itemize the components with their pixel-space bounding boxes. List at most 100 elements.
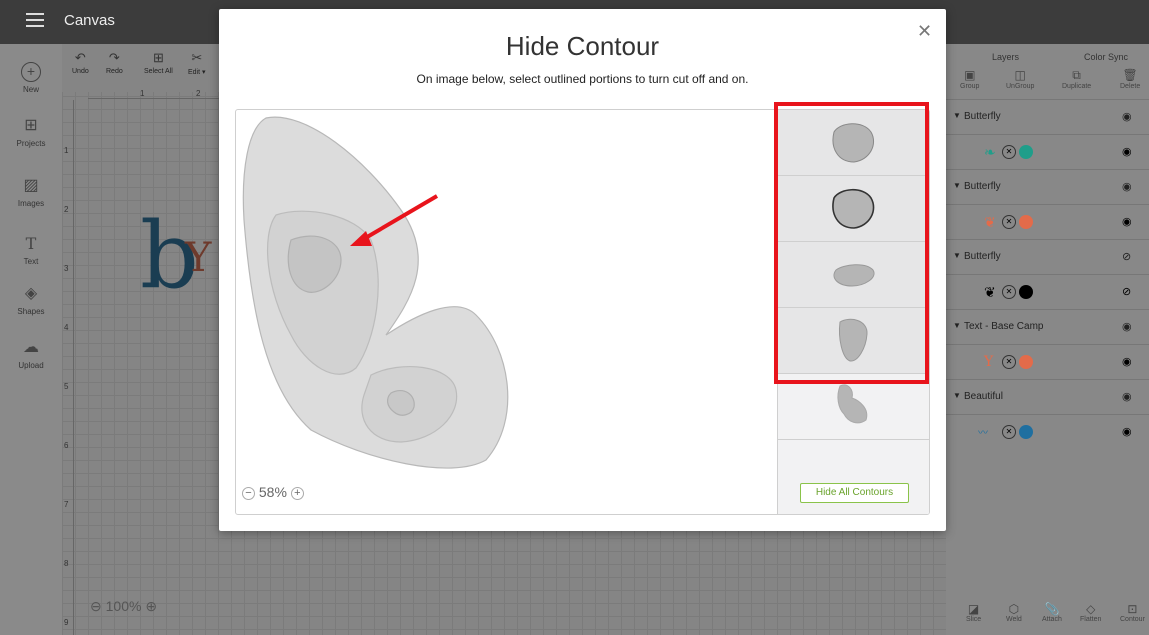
duplicate-button[interactable]: ⧉ Duplicate: [1062, 68, 1091, 90]
eye-icon[interactable]: ◉: [1122, 390, 1132, 403]
letter-y-icon: Y: [984, 354, 994, 370]
eye-icon[interactable]: ◉: [1122, 320, 1132, 333]
butterfly-wing-preview[interactable]: [236, 110, 777, 515]
ruler-tick: 3: [64, 264, 69, 273]
slice-icon: ◪: [967, 602, 980, 616]
duplicate-icon: ⧉: [1072, 68, 1081, 82]
ruler-tick: 1: [64, 146, 69, 155]
select-all-label: Select All: [144, 68, 173, 75]
delete-button[interactable]: 🗑 Delete: [1120, 68, 1140, 90]
tab-color-sync[interactable]: Color Sync: [1084, 52, 1128, 62]
eye-icon[interactable]: ◉: [1122, 145, 1132, 158]
text-icon: T: [25, 234, 37, 253]
caret-down-icon: ▼: [953, 181, 961, 190]
layer-group[interactable]: ▼ Butterfly ◉: [946, 99, 1149, 134]
ruler-top: 1 2: [88, 89, 222, 99]
eye-icon[interactable]: ◉: [1122, 215, 1132, 228]
canvas-zoom-value: 100%: [105, 598, 142, 614]
butterfly-icon: ❦: [984, 284, 996, 300]
eye-hidden-icon[interactable]: ⊘: [1122, 250, 1131, 263]
color-swatch[interactable]: [1019, 215, 1033, 229]
layer-row[interactable]: Y ✕ ◉: [946, 344, 1149, 379]
edit-label: Edit ▾: [188, 69, 206, 76]
menu-icon[interactable]: [26, 13, 44, 27]
slice-button[interactable]: ◪ Slice: [966, 602, 981, 623]
weld-label: Weld: [1006, 616, 1022, 623]
edit-button[interactable]: ✂ Edit ▾: [188, 50, 206, 76]
sidebar-item-label: Shapes: [17, 307, 45, 316]
layer-group[interactable]: ▼ Butterfly ⊘: [946, 239, 1149, 274]
weld-button[interactable]: ⬡ Weld: [1006, 602, 1022, 623]
layer-group[interactable]: ▼ Text - Base Camp ◉: [946, 309, 1149, 344]
sidebar-item-label: Images: [17, 199, 45, 208]
color-swatch[interactable]: [1019, 425, 1033, 439]
canvas-zoom-control[interactable]: ⊖ 100% ⊕: [90, 598, 157, 615]
contour-button[interactable]: ⊡ Contour: [1120, 602, 1145, 623]
redo-button[interactable]: ↷ Redo: [106, 50, 123, 75]
trash-icon: 🗑: [1122, 68, 1138, 82]
ruler-tick: 2: [196, 89, 201, 98]
image-icon: ▨: [23, 177, 39, 194]
cut-operation-icon: ✕: [1002, 355, 1016, 369]
upload-icon: ☁: [23, 339, 39, 356]
sidebar-item-label: New: [22, 85, 39, 94]
eye-icon[interactable]: ◉: [1122, 425, 1132, 438]
sidebar-item-shapes[interactable]: ◈ Shapes: [0, 284, 62, 316]
sidebar-item-label: Text: [23, 257, 39, 266]
sidebar-item-projects[interactable]: ⊞ Projects: [0, 116, 62, 148]
layer-group-name: Beautiful: [964, 391, 1003, 402]
cut-operation-icon: ✕: [1002, 425, 1016, 439]
ruler-tick: 1: [140, 89, 145, 98]
attach-label: Attach: [1042, 616, 1062, 623]
layer-row[interactable]: ❦ ✕ ◉: [946, 204, 1149, 239]
sidebar-item-images[interactable]: ▨ Images: [0, 176, 62, 208]
eye-icon[interactable]: ◉: [1122, 110, 1132, 123]
cut-operation-icon: ✕: [1002, 285, 1016, 299]
eye-hidden-icon[interactable]: ⊘: [1122, 285, 1131, 298]
canvas-toolbar: ↶ Undo ↷ Redo ⊞ Select All ✂ Edit ▾: [62, 44, 222, 92]
ruler-left: 1 2 3 4 5 6 7 8 9: [62, 100, 74, 635]
contour-label: Contour: [1120, 616, 1145, 623]
dialog-title: Hide Contour: [505, 31, 660, 61]
group-button[interactable]: ▣ Group: [960, 68, 979, 90]
sidebar-item-new[interactable]: + New: [0, 62, 62, 94]
butterfly-wing-icon: ❧: [984, 144, 996, 160]
zoom-out-icon[interactable]: −: [242, 486, 255, 500]
app-title: Canvas: [64, 12, 115, 29]
sidebar-item-text[interactable]: T Text: [0, 234, 62, 266]
ruler-tick: 5: [64, 382, 69, 391]
undo-button[interactable]: ↶ Undo: [72, 50, 89, 75]
layer-row[interactable]: 〰 ✕ ◉: [946, 414, 1149, 449]
ruler-tick: 6: [64, 441, 69, 450]
eye-icon[interactable]: ◉: [1122, 180, 1132, 193]
tab-layers[interactable]: Layers: [992, 52, 1019, 62]
layer-row[interactable]: ❦ ✕ ⊘: [946, 274, 1149, 309]
sidebar-item-upload[interactable]: ☁ Upload: [0, 338, 62, 370]
layer-group[interactable]: ▼ Butterfly ◉: [946, 169, 1149, 204]
ruler-tick: 7: [64, 500, 69, 509]
zoom-in-icon[interactable]: +: [290, 486, 304, 500]
hide-all-contours-button[interactable]: Hide All Contours: [800, 483, 909, 503]
color-swatch[interactable]: [1019, 355, 1033, 369]
paperclip-icon: 📎: [1044, 602, 1060, 616]
shapes-icon: ◈: [24, 285, 38, 302]
layer-row[interactable]: ❧ ✕ ◉: [946, 134, 1149, 169]
ungroup-icon: ◫: [1014, 68, 1026, 82]
delete-label: Delete: [1120, 83, 1141, 90]
attach-button[interactable]: 📎 Attach: [1042, 602, 1062, 623]
ungroup-button[interactable]: ◫ UnGroup: [1006, 68, 1034, 90]
ruler-tick: 8: [64, 559, 69, 568]
caret-down-icon: ▼: [953, 391, 961, 400]
color-swatch[interactable]: [1019, 145, 1033, 159]
left-sidebar: + New ⊞ Projects ▨ Images T Text ◈ Shape…: [0, 44, 62, 635]
color-swatch[interactable]: [1019, 285, 1033, 299]
annotation-highlight-box: [774, 102, 929, 384]
ruler-tick: 4: [64, 323, 69, 332]
ruler-tick: 2: [64, 205, 69, 214]
flatten-button[interactable]: ◇ Flatten: [1080, 602, 1101, 623]
eye-icon[interactable]: ◉: [1122, 355, 1132, 368]
layer-group[interactable]: ▼ Beautiful ◉: [946, 379, 1149, 414]
contour-list-footer: Hide All Contours: [778, 440, 929, 514]
select-all-button[interactable]: ⊞ Select All: [144, 50, 173, 75]
group-label: Group: [960, 83, 980, 90]
